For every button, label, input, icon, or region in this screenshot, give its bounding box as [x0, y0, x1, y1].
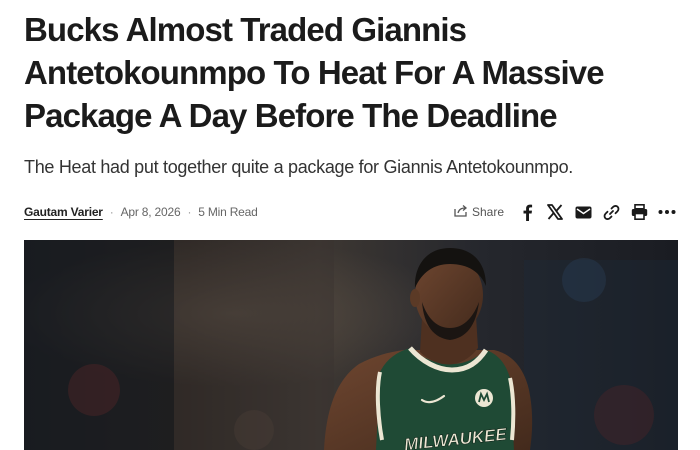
article-page: Bucks Almost Traded Giannis Antetokounmp…	[0, 0, 700, 450]
hero-image: MILWAUKEE	[24, 240, 678, 450]
x-icon[interactable]	[546, 203, 564, 221]
share-bar: Share	[454, 203, 676, 221]
byline: Gautam Varier · Apr 8, 2026 · 5 Min Read	[24, 205, 258, 219]
read-time: 5 Min Read	[198, 205, 258, 219]
share-button[interactable]: Share	[454, 204, 504, 220]
more-icon[interactable]	[658, 203, 676, 221]
print-icon[interactable]	[630, 203, 648, 221]
facebook-icon[interactable]	[518, 203, 536, 221]
article-headline: Bucks Almost Traded Giannis Antetokounmp…	[24, 11, 605, 134]
meta-separator: ·	[187, 205, 192, 219]
article-subheadline: The Heat had put together quite a packag…	[24, 157, 573, 177]
author-link[interactable]: Gautam Varier	[24, 205, 103, 219]
meta-separator: ·	[109, 205, 114, 219]
share-label: Share	[471, 205, 504, 219]
email-icon[interactable]	[574, 203, 592, 221]
publish-date: Apr 8, 2026	[120, 205, 181, 219]
link-icon[interactable]	[602, 203, 620, 221]
article-meta-row: Gautam Varier · Apr 8, 2026 · 5 Min Read…	[24, 201, 676, 223]
share-icon	[454, 204, 468, 220]
